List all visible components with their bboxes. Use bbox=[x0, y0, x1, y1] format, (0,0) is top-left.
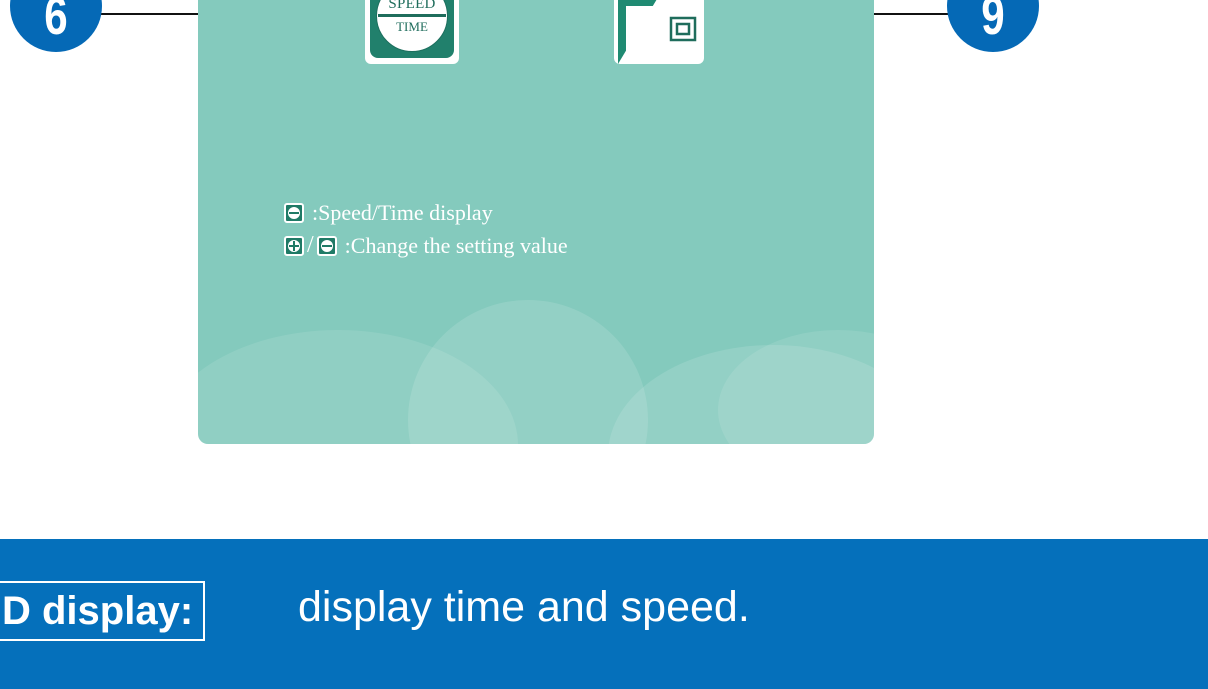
play-square-icon bbox=[618, 0, 697, 64]
feature-label-box: D display: bbox=[0, 581, 206, 641]
separator: / bbox=[307, 232, 314, 258]
footer-banner: D display: display time and speed. bbox=[0, 539, 1208, 689]
time-label: TIME bbox=[396, 19, 428, 34]
feature-label: D display: bbox=[2, 588, 194, 633]
speed-label: SPEED bbox=[388, 0, 436, 12]
speed-time-icon: SPEED TIME bbox=[370, 0, 454, 58]
play-button[interactable] bbox=[614, 0, 704, 64]
legend-row-speed: :Speed/Time display bbox=[284, 196, 568, 229]
legend-change-text: :Change the setting value bbox=[344, 232, 568, 258]
legend-speed-text: :Speed/Time display bbox=[312, 199, 493, 225]
plus-icon bbox=[284, 235, 304, 256]
legend: :Speed/Time display / :Change the settin… bbox=[284, 196, 568, 262]
background-shape bbox=[408, 300, 648, 444]
callout-6: 6 bbox=[10, 0, 102, 52]
minus-icon bbox=[316, 235, 337, 256]
legend-row-change: / :Change the setting value bbox=[284, 229, 568, 262]
speed-time-icon bbox=[284, 202, 304, 223]
speed-time-button[interactable]: SPEED TIME bbox=[365, 0, 459, 64]
feature-description: display time and speed. bbox=[298, 583, 750, 631]
callout-9: 9 bbox=[947, 0, 1039, 52]
